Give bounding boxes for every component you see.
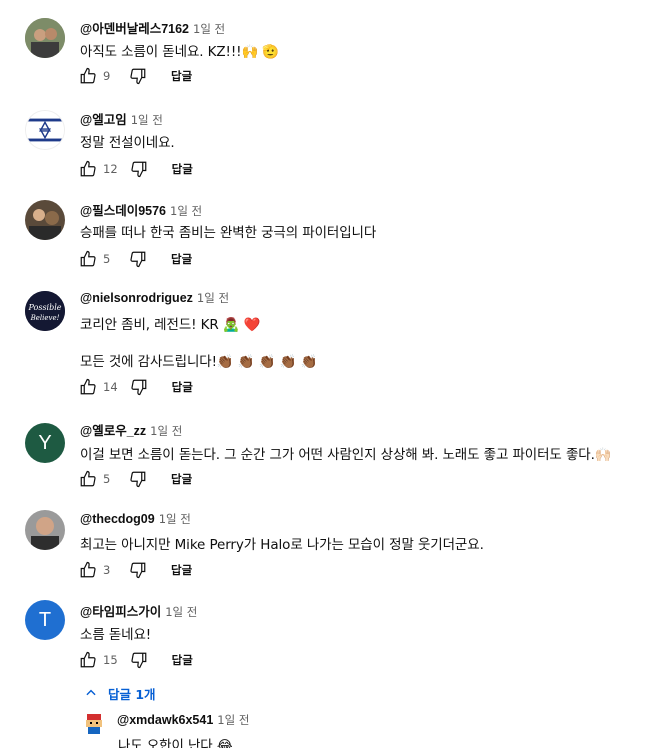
reply-button[interactable]: 답글 [172, 379, 193, 395]
comment-actions: 5 답글 [77, 467, 192, 491]
svg-text:Believe!: Believe! [30, 314, 60, 322]
chevron-up-icon [86, 689, 96, 696]
like-icon[interactable] [77, 248, 99, 270]
comment-item: Possible Believe! @nielsonrodriguez 1일 전 코… [0, 283, 658, 408]
comment-actions: 12 답글 [77, 157, 193, 181]
like-count: 12 [103, 162, 118, 176]
comment-meta: @옐로우_zz 1일 전 [80, 420, 182, 439]
dislike-icon[interactable] [127, 65, 149, 87]
like-count: 5 [103, 252, 111, 266]
reply-button[interactable]: 답글 [171, 471, 192, 487]
comment-text: 코리안 좀비, 레전드! KR 🧟‍♂️ ❤️ [80, 317, 261, 333]
like-count: 15 [103, 653, 118, 667]
comment-item: @필스데이9576 1일 전 승패를 떠나 한국 좀비는 완벽한 궁극의 파이터입… [0, 193, 658, 273]
like-icon[interactable] [77, 559, 99, 581]
reply-button[interactable]: 답글 [172, 652, 193, 668]
dislike-icon[interactable] [127, 468, 149, 490]
like-count: 14 [103, 380, 118, 394]
comment-time[interactable]: 1일 전 [193, 22, 225, 36]
like-count: 9 [103, 69, 111, 83]
comment-time[interactable]: 1일 전 [197, 291, 229, 305]
reply-author[interactable]: @xmdawk6x541 [117, 713, 213, 727]
comment-item: @엘고임 1일 전 정말 전설이네요. 12 답글 [0, 103, 658, 183]
comment-actions: 5 답글 [77, 247, 192, 271]
replies-toggle-label: 답글 1개 [108, 686, 156, 702]
dislike-icon[interactable] [128, 376, 150, 398]
comment-item: @thecdog09 1일 전 최고는 아니지만 Mike Perry가 Halo… [0, 504, 658, 584]
reply-time[interactable]: 1일 전 [217, 713, 249, 727]
comment-meta: @타임피스가이 1일 전 [80, 601, 197, 620]
comment-author[interactable]: @필스데이9576 [80, 204, 166, 218]
dislike-icon[interactable] [127, 248, 149, 270]
like-icon[interactable] [77, 158, 99, 180]
avatar[interactable]: T [25, 600, 65, 640]
comment-text: 아직도 소름이 돋네요. KZ!!!🙌 🫡 [80, 44, 280, 60]
comment-time[interactable]: 1일 전 [170, 204, 202, 218]
comment-meta: @엘고임 1일 전 [80, 109, 163, 128]
like-count: 5 [103, 472, 111, 486]
comment-meta: @thecdog09 1일 전 [80, 511, 191, 527]
dislike-icon[interactable] [128, 158, 150, 180]
comment-meta: @nielsonrodriguez 1일 전 [80, 290, 229, 306]
avatar[interactable] [25, 18, 65, 58]
comment-text: 소름 돋네요! [80, 627, 152, 643]
comment-time[interactable]: 1일 전 [150, 424, 182, 438]
avatar[interactable] [81, 711, 107, 737]
comment-actions: 14 답글 [77, 375, 193, 399]
comment-text: 최고는 아니지만 Mike Perry가 Halo로 나가는 모습이 정말 웃기… [80, 537, 484, 553]
comment-author[interactable]: @thecdog09 [80, 512, 155, 526]
like-icon[interactable] [77, 649, 99, 671]
comment-meta: @아덴버날레스7162 1일 전 [80, 18, 225, 37]
reply-text: 나도 오한이 난다 😂 [118, 738, 233, 748]
comment-actions: 9 답글 [77, 64, 192, 88]
replies-toggle-button[interactable]: 답글 1개 [84, 683, 156, 703]
comment-actions: 15 답글 [77, 648, 193, 672]
comment-time[interactable]: 1일 전 [131, 113, 163, 127]
comment-author[interactable]: @옐로우_zz [80, 424, 146, 438]
avatar[interactable] [25, 510, 65, 550]
reply-button[interactable]: 답글 [171, 68, 192, 84]
reply-button[interactable]: 답글 [172, 161, 193, 177]
comment-author[interactable]: @엘고임 [80, 113, 127, 127]
like-count: 3 [103, 563, 111, 577]
comment-text-line2: 모든 것에 감사드립니다!👏🏾 👏🏾 👏🏾 👏🏾 👏🏾 [80, 354, 318, 370]
comment-time[interactable]: 1일 전 [165, 605, 197, 619]
comment-text: 승패를 떠나 한국 좀비는 완벽한 궁극의 파이터입니다 [80, 225, 377, 241]
reply-button[interactable]: 답글 [171, 562, 192, 578]
comment-text: 이걸 보면 소름이 돋는다. 그 순간 그가 어떤 사람인지 상상해 봐. 노래… [80, 447, 612, 463]
comment-author[interactable]: @타임피스가이 [80, 605, 161, 619]
comment-meta: @필스데이9576 1일 전 [80, 200, 202, 219]
reply-button[interactable]: 답글 [171, 251, 192, 267]
avatar[interactable] [25, 200, 65, 240]
like-icon[interactable] [77, 468, 99, 490]
comment-actions: 3 답글 [77, 558, 192, 582]
like-icon[interactable] [77, 376, 99, 398]
dislike-icon[interactable] [127, 559, 149, 581]
comment-time[interactable]: 1일 전 [159, 512, 191, 526]
svg-text:Possible: Possible [27, 303, 61, 312]
avatar[interactable]: Possible Believe! [25, 291, 65, 331]
reply-meta: @xmdawk6x541 1일 전 [117, 712, 249, 728]
dislike-icon[interactable] [128, 649, 150, 671]
like-icon[interactable] [77, 65, 99, 87]
comment-item: T @타임피스가이 1일 전 소름 돋네요! 15 답글 [0, 594, 658, 674]
comment-text: 정말 전설이네요. [80, 135, 175, 151]
comment-author[interactable]: @아덴버날레스7162 [80, 22, 189, 36]
avatar[interactable]: Y [25, 423, 65, 463]
comment-item: @아덴버날레스7162 1일 전 아직도 소름이 돋네요. KZ!!!🙌 🫡 9 … [0, 12, 658, 92]
comment-item: Y @옐로우_zz 1일 전 이걸 보면 소름이 돋는다. 그 순간 그가 어떤 … [0, 413, 658, 493]
avatar[interactable] [25, 110, 65, 150]
comment-author[interactable]: @nielsonrodriguez [80, 291, 193, 305]
